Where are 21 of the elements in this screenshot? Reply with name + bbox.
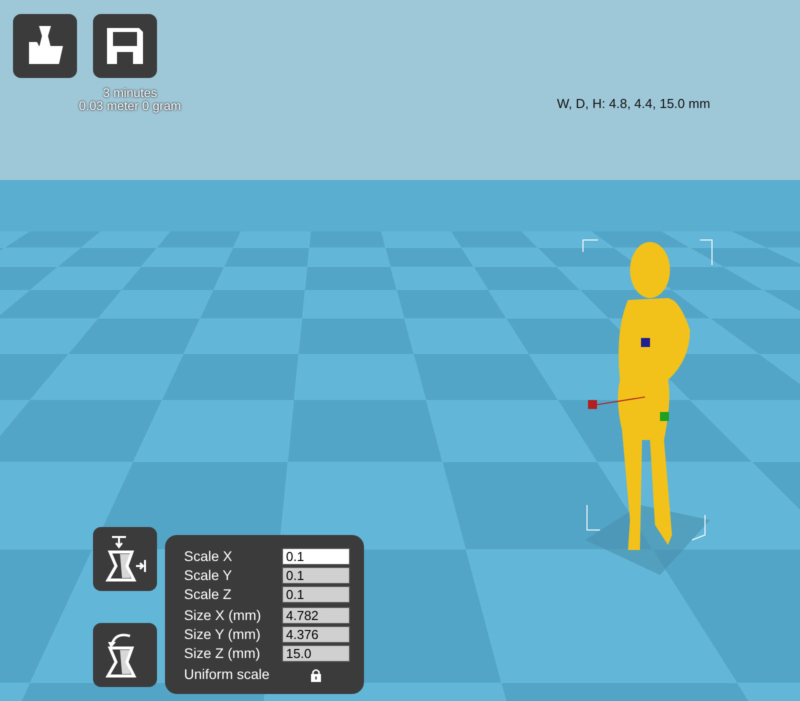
rotate-tool-button[interactable] <box>93 623 157 687</box>
field-label: Size Z (mm) <box>184 645 262 662</box>
field-label: Scale Z <box>184 586 232 603</box>
field-label: Size X (mm) <box>184 607 262 624</box>
field-label: Scale Y <box>184 567 233 584</box>
load-button[interactable] <box>13 14 77 78</box>
input-field[interactable]: 0.1 <box>282 567 350 584</box>
input-field[interactable]: 4.782 <box>282 607 350 624</box>
field-label: Scale X <box>184 548 234 565</box>
input-field[interactable]: 4.376 <box>282 626 350 643</box>
uniform-scale-label: Uniform scale <box>184 666 271 683</box>
material-usage-text: 0.03 meter 0 gram <box>78 100 182 113</box>
scale-tool-button[interactable] <box>93 527 157 591</box>
save-button[interactable] <box>93 14 157 78</box>
dimensions-text: W, D, H: 4.8, 4.4, 15.0 mm <box>557 95 710 113</box>
input-field[interactable]: 0.1 <box>282 586 350 603</box>
field-label: Size Y (mm) <box>184 626 262 643</box>
input-field[interactable]: 15.0 <box>282 645 350 662</box>
print-time-text: 3 minutes <box>102 87 158 100</box>
lock-icon[interactable] <box>310 668 322 682</box>
input-field[interactable]: 0.1 <box>282 548 350 565</box>
